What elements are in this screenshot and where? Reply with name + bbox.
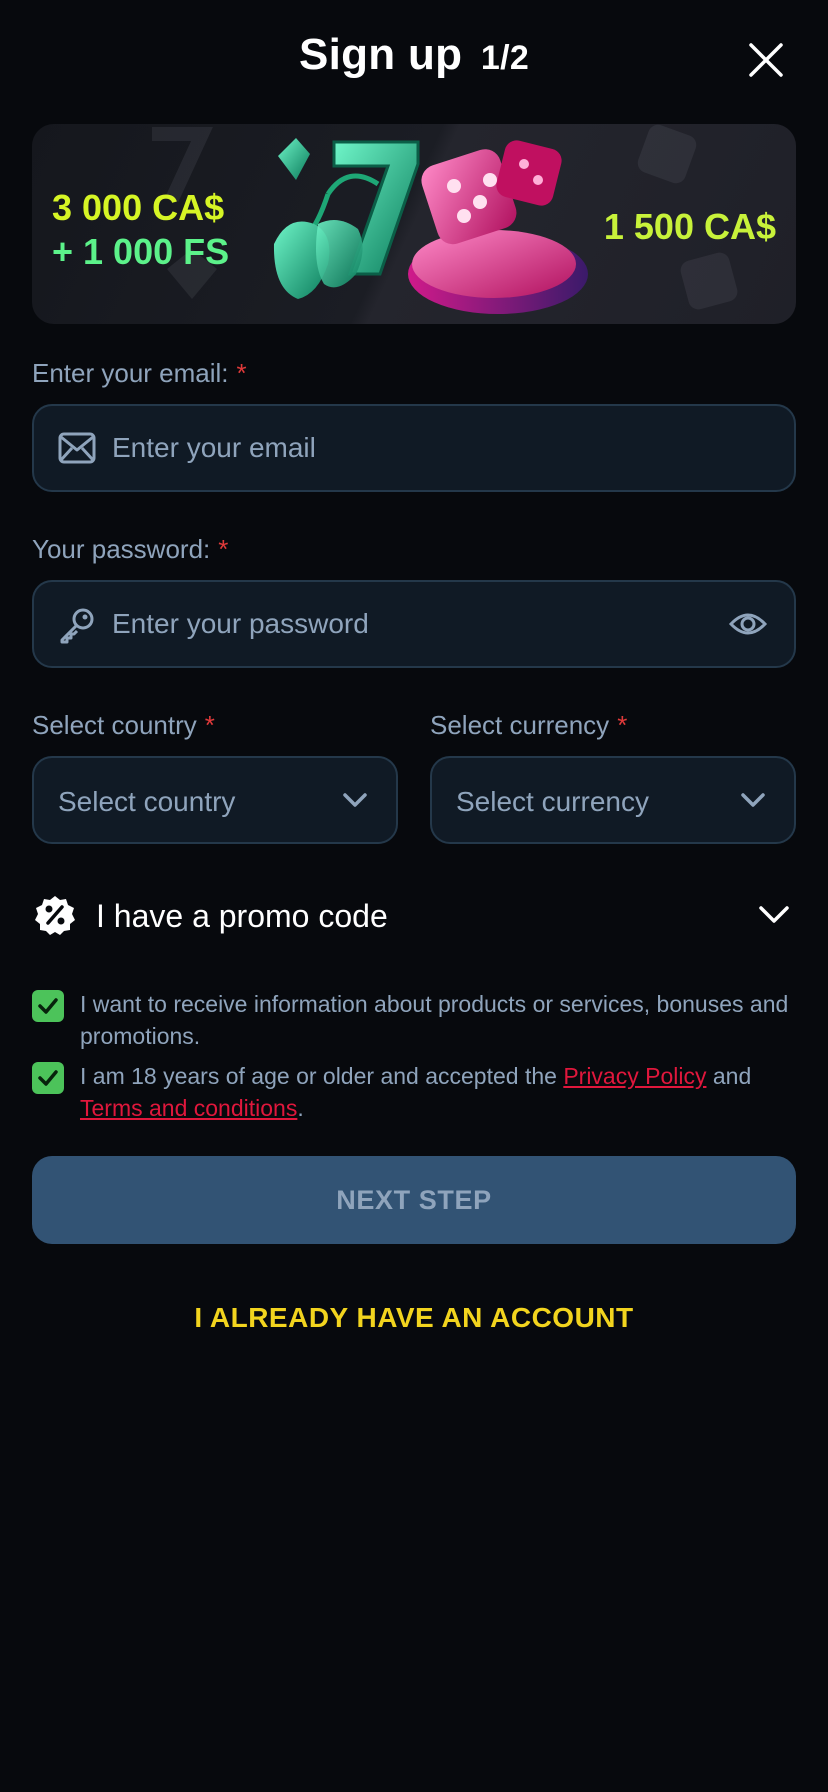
country-label-text: Select country bbox=[32, 710, 197, 740]
password-label-text: Your password: bbox=[32, 534, 211, 564]
required-mark: * bbox=[204, 710, 215, 740]
email-input[interactable] bbox=[112, 406, 772, 490]
required-mark: * bbox=[617, 710, 628, 740]
required-mark: * bbox=[218, 534, 229, 564]
age-text-end: . bbox=[297, 1095, 304, 1121]
required-mark: * bbox=[236, 358, 247, 388]
percent-badge-icon bbox=[35, 896, 75, 935]
step-indicator: 1/2 bbox=[480, 39, 530, 77]
chevron-down-icon bbox=[343, 793, 367, 807]
eye-icon[interactable] bbox=[728, 608, 768, 640]
bonus-banner: 3 000 CA$ + 1 000 FS 1 500 CA$ bbox=[32, 124, 796, 324]
chevron-down-icon bbox=[759, 906, 789, 923]
slots-dice-illustration bbox=[273, 138, 588, 314]
ghost-dice-decoration bbox=[637, 124, 697, 184]
country-select-value: Select country bbox=[58, 786, 236, 817]
marketing-checkbox[interactable] bbox=[32, 990, 64, 1022]
page-title: Sign up 1/2 bbox=[0, 30, 828, 80]
check-icon bbox=[38, 1070, 58, 1086]
password-label: Your password: * bbox=[32, 534, 228, 565]
promo-code-label: I have a promo code bbox=[96, 898, 388, 934]
country-select[interactable]: Select country bbox=[32, 756, 398, 844]
marketing-consent: I want to receive information about prod… bbox=[32, 988, 796, 1052]
close-icon bbox=[749, 43, 783, 77]
email-field[interactable] bbox=[32, 404, 796, 492]
marketing-consent-text: I want to receive information about prod… bbox=[80, 991, 789, 1049]
currency-select-value: Select currency bbox=[456, 786, 649, 817]
terms-link[interactable]: Terms and conditions bbox=[80, 1095, 297, 1121]
title-text: Sign up bbox=[298, 30, 463, 79]
mail-icon bbox=[58, 432, 96, 464]
email-label: Enter your email: * bbox=[32, 358, 247, 389]
age-text-before: I am 18 years of age or older and accept… bbox=[80, 1063, 564, 1089]
banner-bonus-right: 1 500 CA$ bbox=[603, 206, 776, 247]
close-button[interactable] bbox=[748, 42, 784, 78]
chevron-down-icon bbox=[741, 793, 765, 807]
age-checkbox[interactable] bbox=[32, 1062, 64, 1094]
signup-page: Sign up 1/2 3 000 CA$ + 1 000 FS 1 500 C… bbox=[0, 0, 828, 1792]
currency-label-text: Select currency bbox=[430, 710, 610, 740]
age-consent-text: I am 18 years of age or older and accept… bbox=[80, 1060, 796, 1124]
banner-left-line1: 3 000 CA$ bbox=[52, 187, 225, 228]
next-step-button[interactable]: NEXT STEP bbox=[32, 1156, 796, 1244]
already-have-account-link[interactable]: I ALREADY HAVE AN ACCOUNT bbox=[0, 1302, 828, 1334]
currency-select[interactable]: Select currency bbox=[430, 756, 796, 844]
banner-left-line2: + 1 000 FS bbox=[52, 231, 230, 272]
promo-code-toggle[interactable]: I have a promo code bbox=[32, 886, 796, 944]
header: Sign up 1/2 bbox=[0, 0, 828, 120]
privacy-policy-link[interactable]: Privacy Policy bbox=[563, 1063, 706, 1089]
banner-bonus-left: 3 000 CA$ + 1 000 FS bbox=[52, 186, 229, 274]
key-icon bbox=[60, 608, 94, 644]
currency-label: Select currency * bbox=[430, 710, 627, 741]
age-consent: I am 18 years of age or older and accept… bbox=[32, 1060, 796, 1124]
password-field[interactable] bbox=[32, 580, 796, 668]
password-input[interactable] bbox=[112, 582, 712, 666]
check-icon bbox=[38, 998, 58, 1014]
ghost-dice-decoration bbox=[680, 252, 738, 310]
country-label: Select country * bbox=[32, 710, 215, 741]
age-text-middle: and bbox=[706, 1063, 752, 1089]
email-label-text: Enter your email: bbox=[32, 358, 229, 388]
